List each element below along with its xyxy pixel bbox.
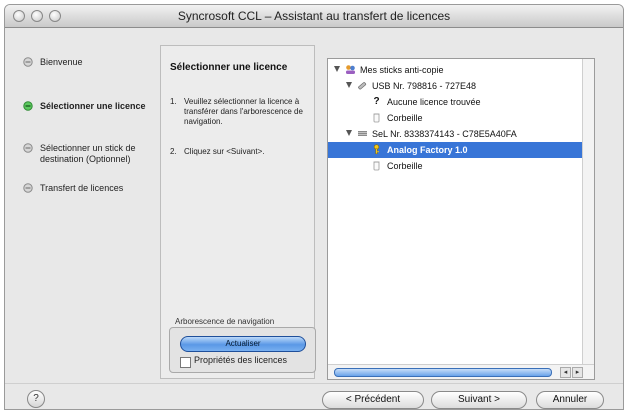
step-status-icon: [23, 57, 33, 67]
tree-node-trash[interactable]: Corbeille: [328, 158, 582, 174]
tree-node-no-license[interactable]: ? Aucune licence trouvée: [328, 94, 582, 110]
scroll-left-icon[interactable]: ◂: [560, 367, 571, 378]
trash-icon: [373, 113, 380, 123]
tree-node-trash[interactable]: Corbeille: [328, 110, 582, 126]
tree-node-sel-stick[interactable]: SeL Nr. 8338374143 - C78E5A40FA: [328, 126, 582, 142]
step-status-icon: [23, 183, 33, 193]
cancel-button[interactable]: Annuler: [536, 391, 604, 409]
assistant-window: Syncrosoft CCL – Assistant au transfert …: [4, 4, 624, 410]
refresh-button[interactable]: Actualiser: [180, 336, 306, 352]
people-key-icon: [346, 65, 355, 74]
step-active-icon: [23, 101, 33, 111]
horizontal-scroll-thumb[interactable]: [334, 368, 552, 377]
navigation-box: Actualiser Propriétés des licences: [169, 327, 316, 373]
trash-icon: [373, 161, 380, 171]
previous-button[interactable]: < Précédent: [322, 391, 424, 409]
tree-node-usb-stick[interactable]: USB Nr. 798816 - 727E48: [328, 78, 582, 94]
question-icon: ?: [373, 96, 380, 107]
navigation-tree[interactable]: Mes sticks anti-copie USB Nr. 798816 - 7…: [327, 58, 595, 380]
step-status-icon: [23, 143, 33, 153]
tree-node-my-sticks[interactable]: Mes sticks anti-copie: [328, 62, 582, 78]
help-button[interactable]: ?: [27, 390, 45, 408]
title-bar: Syncrosoft CCL – Assistant au transfert …: [5, 5, 623, 28]
license-properties-label[interactable]: Propriétés des licences: [194, 355, 287, 365]
next-button[interactable]: Suivant >: [431, 391, 527, 409]
tree-node-analog-factory[interactable]: Analog Factory 1.0: [328, 142, 582, 158]
hardware-key-icon: [358, 131, 367, 136]
disclosure-triangle-icon[interactable]: [346, 130, 352, 136]
usb-stick-icon: [358, 82, 367, 90]
vertical-scrollbar[interactable]: [582, 59, 594, 364]
disclosure-triangle-icon[interactable]: [346, 82, 352, 88]
disclosure-triangle-icon[interactable]: [334, 66, 340, 72]
license-properties-checkbox[interactable]: [180, 357, 191, 368]
footer-divider: [5, 383, 623, 384]
horizontal-scrollbar[interactable]: ◂ ▸: [328, 364, 594, 379]
navigation-box-label: Arborescence de navigation: [175, 317, 275, 326]
window-title: Syncrosoft CCL – Assistant au transfert …: [177, 9, 451, 23]
panel-heading: Sélectionner une licence: [170, 62, 288, 73]
license-key-icon: [373, 144, 380, 155]
scroll-right-icon[interactable]: ▸: [572, 367, 583, 378]
